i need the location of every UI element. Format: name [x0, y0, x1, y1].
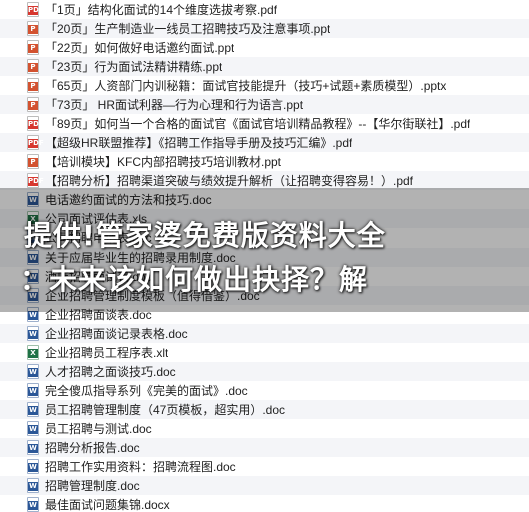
file-name: 人才招聘之面谈技巧.doc [45, 364, 176, 379]
file-name: 「23页」行为面试法精讲精练.ppt [45, 60, 223, 75]
file-name: 招聘分析报告.doc [45, 440, 140, 455]
file-type-badge: P [28, 44, 38, 54]
file-name: 【超级HR联盟推荐】《招聘工作指导手册及技巧汇编》.pdf [45, 136, 353, 151]
file-row[interactable]: W 完全傻瓜指导系列《完美的面试》.doc [0, 381, 529, 400]
file-type-badge: PDF [28, 139, 44, 149]
pdf-file-icon: PDF [27, 116, 44, 132]
file-type-badge: PDF [28, 6, 44, 15]
doc-file-icon: W [27, 497, 39, 512]
file-type-badge: W [28, 329, 38, 339]
watermark-line-2: ：未来该如何做出抉择？解 [20, 263, 369, 296]
ppt-file-icon: P [27, 97, 39, 113]
file-name: 「89页」如何当一个合格的面试官《面试官培训精品教程》--【华尔街联社】.pdf [45, 117, 471, 132]
file-name: 最佳面试问题集锦.docx [45, 498, 170, 512]
file-row[interactable]: PDF 「89页」如何当一个合格的面试官《面试官培训精品教程》--【华尔街联社】.… [0, 114, 529, 133]
file-type-badge: X [28, 348, 38, 358]
file-type-badge: W [28, 462, 38, 472]
doc-file-icon: W [27, 401, 39, 417]
file-type-badge: P [28, 63, 38, 73]
file-row[interactable]: W 员工招聘管理制度（47页模板，超实用）.doc [0, 399, 529, 419]
ppt-file-icon: P [27, 78, 39, 94]
file-name: 招聘管理制度.doc [45, 479, 140, 493]
file-row[interactable]: W 招聘管理制度.doc [0, 476, 529, 495]
doc-file-icon: W [27, 478, 39, 493]
doc-file-icon: W [27, 420, 39, 436]
pdf-file-icon: PDF [27, 2, 44, 17]
xls-file-icon: X [27, 344, 39, 360]
file-row[interactable]: P 「22页」如何做好电话邀约面试.ppt [0, 38, 529, 57]
file-name: 「1页」结构化面试的14个维度选拔考察.pdf [45, 3, 278, 17]
file-type-badge: PDF [28, 120, 44, 130]
file-type-badge: W [28, 424, 38, 434]
file-type-badge: P [28, 101, 38, 111]
file-row[interactable]: P 「20页」生产制造业一线员工招聘技巧及注意事项.ppt [0, 19, 529, 39]
doc-file-icon: W [27, 363, 39, 379]
file-row[interactable]: PDF 【超级HR联盟推荐】《招聘工作指导手册及技巧汇编》.pdf [0, 133, 529, 153]
file-row[interactable]: P 「65页」人资部门内训秘籍：面试官技能提升（技巧+试题+素质模型）.pptx [0, 76, 529, 95]
ppt-file-icon: P [27, 40, 39, 56]
file-name: 完全傻瓜指导系列《完美的面试》.doc [45, 383, 248, 398]
watermark-line-1: 提供!管家婆免费版资料大全 [24, 219, 386, 252]
doc-file-icon: W [27, 382, 39, 398]
doc-file-icon: W [27, 458, 39, 474]
file-name: 「65页」人资部门内训秘籍：面试官技能提升（技巧+试题+素质模型）.pptx [45, 79, 447, 94]
pdf-file-icon: PDF [27, 173, 44, 189]
file-row[interactable]: X 企业招聘员工程序表.xlt [0, 343, 529, 362]
file-name: 企业招聘面谈记录表格.doc [45, 326, 188, 341]
file-name: 「73页」 HR面试利器—行为心理和行为语言.ppt [45, 98, 304, 113]
file-row[interactable]: W 招聘工作实用资料：招聘流程图.doc [0, 457, 529, 476]
file-name: 员工招聘与测试.doc [45, 421, 152, 436]
file-name: 招聘工作实用资料：招聘流程图.doc [45, 459, 236, 474]
file-name: 「20页」生产制造业一线员工招聘技巧及注意事项.ppt [45, 22, 331, 37]
file-row[interactable]: P 【培训模块】KFC内部招聘技巧培训教材.ppt [0, 152, 529, 171]
file-row[interactable]: P 「73页」 HR面试利器—行为心理和行为语言.ppt [0, 95, 529, 115]
file-name: 员工招聘管理制度（47页模板，超实用）.doc [45, 402, 286, 417]
doc-file-icon: W [27, 439, 39, 455]
file-type-badge: W [28, 386, 38, 396]
ppt-file-icon: P [27, 59, 39, 75]
file-name: 【招聘分析】招聘渠道突破与绩效提升解析（让招聘变得容易！）.pdf [45, 174, 414, 189]
file-name: 「22页」如何做好电话邀约面试.ppt [45, 41, 235, 56]
file-row[interactable]: W 招聘分析报告.doc [0, 437, 529, 457]
file-type-badge: PDF [28, 177, 44, 187]
file-row[interactable]: W 员工招聘与测试.doc [0, 419, 529, 438]
file-type-badge: W [28, 482, 38, 491]
file-type-badge: P [28, 82, 38, 92]
file-type-badge: W [28, 443, 38, 453]
file-row[interactable]: W 人才招聘之面谈技巧.doc [0, 361, 529, 381]
file-row[interactable]: W 企业招聘面谈记录表格.doc [0, 323, 529, 343]
file-type-badge: W [28, 501, 38, 511]
ppt-file-icon: P [27, 154, 39, 170]
file-type-badge: W [28, 367, 38, 377]
file-row[interactable]: W 最佳面试问题集锦.docx [0, 495, 529, 512]
file-type-badge: W [28, 405, 38, 415]
file-name: 企业招聘员工程序表.xlt [45, 345, 169, 360]
file-row[interactable]: PDF 「1页」结构化面试的14个维度选拔考察.pdf [0, 0, 529, 19]
pdf-file-icon: PDF [27, 135, 44, 151]
file-row[interactable]: P 「23页」行为面试法精讲精练.ppt [0, 57, 529, 77]
ppt-file-icon: P [27, 21, 39, 37]
doc-file-icon: W [27, 325, 39, 341]
file-type-badge: P [28, 158, 38, 168]
file-name: 【培训模块】KFC内部招聘技巧培训教材.ppt [45, 155, 282, 170]
file-type-badge: P [28, 25, 38, 35]
